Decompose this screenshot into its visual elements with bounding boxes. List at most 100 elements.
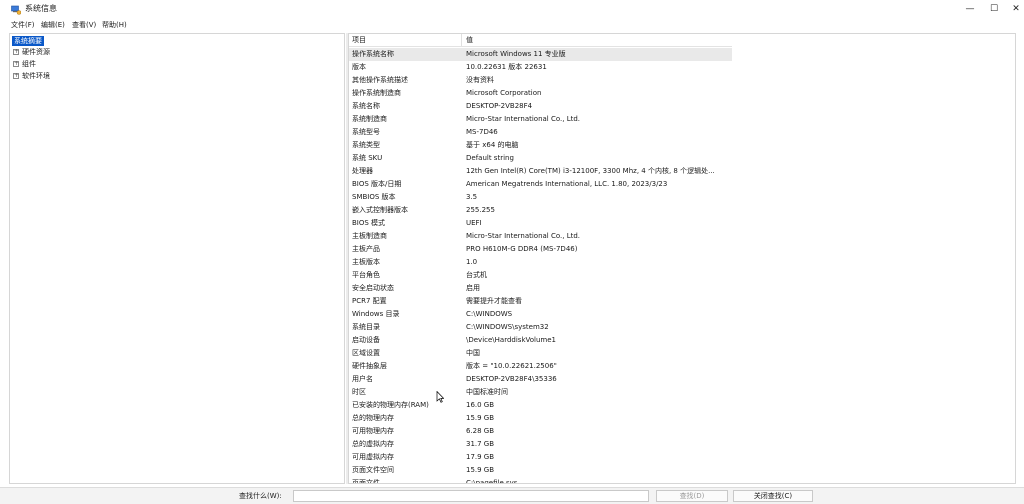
row-item: 其他操作系统描述 [352, 76, 408, 84]
expand-icon[interactable]: + [13, 49, 19, 55]
row-item: 总的物理内存 [352, 414, 394, 422]
table-row[interactable]: 启动设备 \Device\HarddiskVolume1 [349, 334, 732, 347]
tree-item-hardware-resources[interactable]: + 硬件资源 [13, 47, 50, 57]
row-value: UEFI [466, 219, 482, 227]
table-row[interactable]: 时区 中国标准时间 [349, 386, 732, 399]
tree-item-components[interactable]: + 组件 [13, 59, 36, 69]
row-item: 启动设备 [352, 336, 380, 344]
expand-icon[interactable]: + [13, 73, 19, 79]
row-item: 硬件抽象层 [352, 362, 387, 370]
row-value: C:\WINDOWS\system32 [466, 323, 549, 331]
row-value: 1.0 [466, 258, 478, 266]
row-item: Windows 目录 [352, 310, 400, 318]
row-value: Default string [466, 154, 514, 162]
row-item: 版本 [352, 63, 366, 71]
table-row[interactable]: 已安装的物理内存(RAM) 16.0 GB [349, 399, 732, 412]
row-value: Micro-Star International Co., Ltd. [466, 232, 581, 240]
list-header: 项目 值 [349, 34, 732, 47]
row-value: 12th Gen Intel(R) Core(TM) i3-12100F, 33… [466, 167, 715, 175]
row-item: 平台角色 [352, 271, 380, 279]
row-value: MS-7D46 [466, 128, 498, 136]
close-find-button[interactable]: 关闭查找(C) [733, 490, 813, 502]
row-value: DESKTOP-2VB28F4\35336 [466, 375, 557, 383]
row-value: 10.0.22631 版本 22631 [466, 63, 547, 71]
row-item: 主板产品 [352, 245, 380, 253]
table-row[interactable]: 处理器 12th Gen Intel(R) Core(TM) i3-12100F,… [349, 165, 732, 178]
table-row[interactable]: 主板制造商 Micro-Star International Co., Ltd. [349, 230, 732, 243]
find-label: 查找什么(W): [239, 492, 282, 500]
table-row[interactable]: SMBIOS 版本 3.5 [349, 191, 732, 204]
close-button[interactable]: ✕ [1004, 2, 1024, 17]
table-row[interactable]: 其他操作系统描述 没有资料 [349, 74, 732, 87]
table-row[interactable]: 硬件抽象层 版本 = "10.0.22621.2506" [349, 360, 732, 373]
table-row[interactable]: 系统名称 DESKTOP-2VB28F4 [349, 100, 732, 113]
table-row[interactable]: 系统 SKU Default string [349, 152, 732, 165]
table-row[interactable]: PCR7 配置 需要提升才能查看 [349, 295, 732, 308]
row-value: Microsoft Corporation [466, 89, 542, 97]
column-divider[interactable] [461, 34, 462, 46]
minimize-button[interactable]: — [958, 2, 982, 17]
tree-item-software-environment[interactable]: + 软件环境 [13, 71, 50, 81]
table-row[interactable]: Windows 目录 C:\WINDOWS [349, 308, 732, 321]
table-row[interactable]: 总的物理内存 15.9 GB [349, 412, 732, 425]
row-value: 15.9 GB [466, 414, 495, 422]
expand-icon[interactable]: + [13, 61, 19, 67]
category-tree[interactable]: 系统摘要 + 硬件资源 + 组件 + 软件环境 [9, 33, 345, 484]
column-header-item[interactable]: 项目 [352, 35, 366, 45]
row-value: 没有资料 [466, 76, 494, 84]
details-list[interactable]: 项目 值 操作系统名称 Microsoft Windows 11 专业版版本 10.… [348, 33, 1016, 484]
row-item: 安全启动状态 [352, 284, 394, 292]
find-button[interactable]: 查找(D) [656, 490, 728, 502]
table-row[interactable]: 区域设置 中国 [349, 347, 732, 360]
table-row[interactable]: 版本 10.0.22631 版本 22631 [349, 61, 732, 74]
table-row[interactable]: BIOS 版本/日期 American Megatrends Internatio… [349, 178, 732, 191]
table-row[interactable]: 操作系统制造商 Microsoft Corporation [349, 87, 732, 100]
row-value: 台式机 [466, 271, 487, 279]
window-title: 系统信息 [25, 4, 57, 13]
row-item: BIOS 模式 [352, 219, 386, 227]
table-row[interactable]: 安全启动状态 启用 [349, 282, 732, 295]
row-value: 17.9 GB [466, 453, 495, 461]
row-item: 系统名称 [352, 102, 380, 110]
menu-file[interactable]: 文件(F) [11, 21, 35, 30]
row-item: 系统型号 [352, 128, 380, 136]
table-row[interactable]: 平台角色 台式机 [349, 269, 732, 282]
row-item: 系统类型 [352, 141, 380, 149]
table-row[interactable]: 用户名 DESKTOP-2VB28F4\35336 [349, 373, 732, 386]
table-row[interactable]: 系统制造商 Micro-Star International Co., Ltd. [349, 113, 732, 126]
table-row[interactable]: 操作系统名称 Microsoft Windows 11 专业版 [349, 48, 732, 61]
row-value: Micro-Star International Co., Ltd. [466, 115, 581, 123]
table-row[interactable]: 总的虚拟内存 31.7 GB [349, 438, 732, 451]
table-row[interactable]: 系统型号 MS-7D46 [349, 126, 732, 139]
row-value: DESKTOP-2VB28F4 [466, 102, 533, 110]
row-value: 需要提升才能查看 [466, 297, 522, 305]
table-row[interactable]: 主板产品 PRO H610M-G DDR4 (MS-7D46) [349, 243, 732, 256]
maximize-button[interactable]: ☐ [982, 2, 1006, 17]
table-row[interactable]: 系统类型 基于 x64 的电脑 [349, 139, 732, 152]
row-value: 16.0 GB [466, 401, 495, 409]
table-row[interactable]: 可用虚拟内存 17.9 GB [349, 451, 732, 464]
menu-help[interactable]: 帮助(H) [102, 21, 127, 30]
row-value: American Megatrends International, LLC. … [466, 180, 668, 188]
row-value: C:\WINDOWS [466, 310, 513, 318]
row-item: 已安装的物理内存(RAM) [352, 401, 429, 409]
column-header-value[interactable]: 值 [466, 35, 473, 45]
table-row[interactable]: 系统目录 C:\WINDOWS\system32 [349, 321, 732, 334]
table-row[interactable]: 可用物理内存 6.28 GB [349, 425, 732, 438]
row-value: PRO H610M-G DDR4 (MS-7D46) [466, 245, 578, 253]
table-row[interactable]: 页面文件 C:\pagefile.sys [349, 477, 732, 484]
find-bar: 查找什么(W): 查找(D) 关闭查找(C) [0, 487, 1024, 504]
row-value: C:\pagefile.sys [466, 479, 518, 484]
find-input[interactable] [293, 490, 649, 502]
tree-item-system-summary[interactable]: 系统摘要 [12, 36, 44, 46]
menu-edit[interactable]: 编辑(E) [41, 21, 65, 30]
table-row[interactable]: 嵌入式控制器版本 255.255 [349, 204, 732, 217]
row-item: 区域设置 [352, 349, 380, 357]
system-info-app-icon [11, 5, 21, 15]
row-value: 启用 [466, 284, 480, 292]
tree-item-label: 硬件资源 [22, 48, 50, 56]
table-row[interactable]: 主板版本 1.0 [349, 256, 732, 269]
table-row[interactable]: BIOS 模式 UEFI [349, 217, 732, 230]
table-row[interactable]: 页面文件空间 15.9 GB [349, 464, 732, 477]
menu-view[interactable]: 查看(V) [72, 21, 96, 30]
